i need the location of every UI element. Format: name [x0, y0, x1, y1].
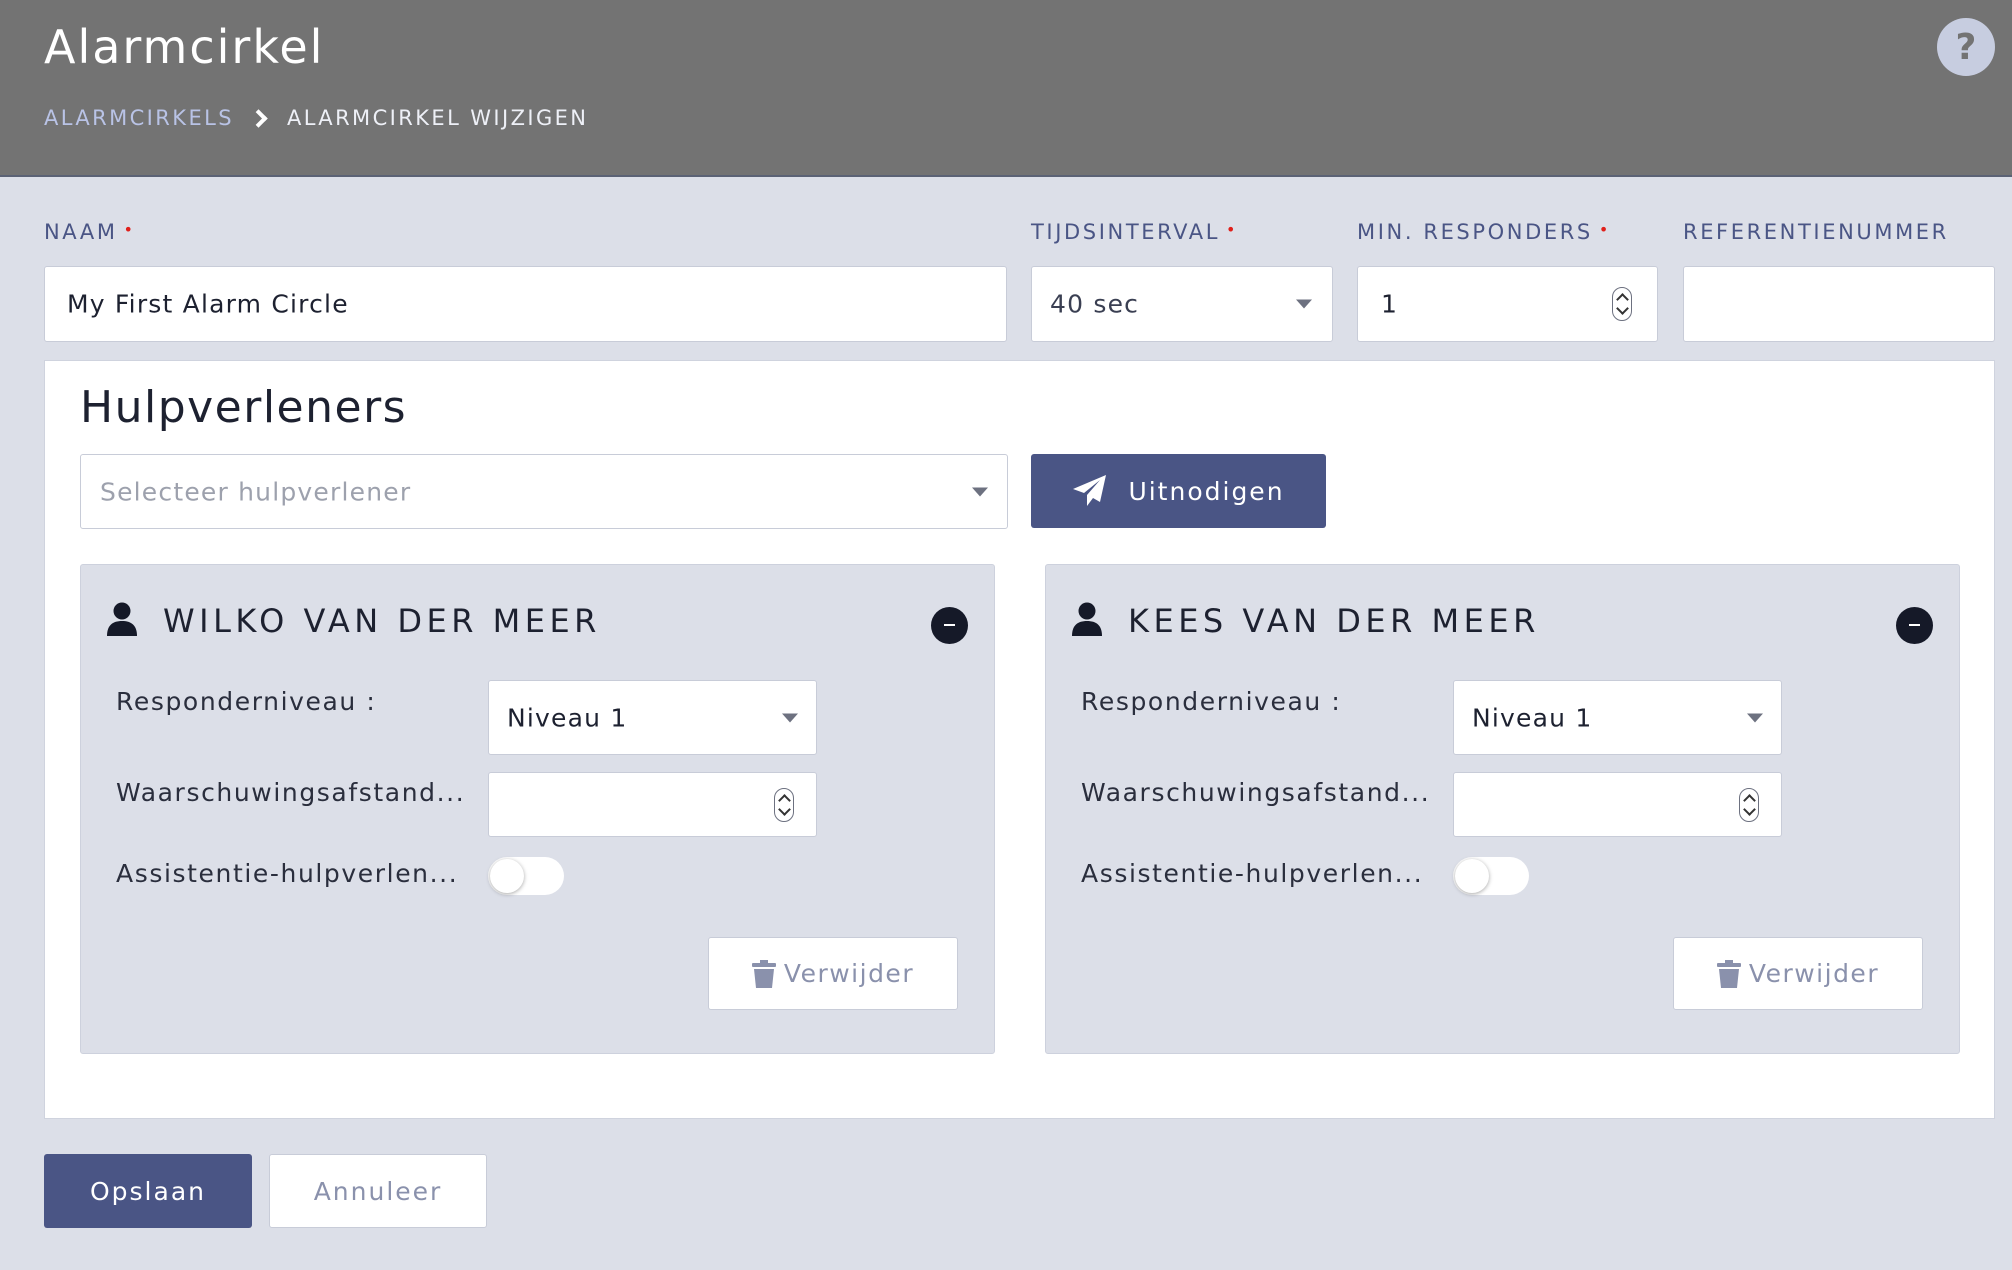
- user-icon: [1072, 602, 1102, 636]
- delete-button[interactable]: Verwijder: [708, 937, 958, 1010]
- name-label: NAAM •: [44, 220, 136, 244]
- min-responders-label: MIN. RESPONDERS •: [1357, 220, 1611, 244]
- toggle-knob: [490, 859, 524, 893]
- caret-down-icon: [972, 487, 988, 496]
- level-select[interactable]: Niveau 1: [1453, 680, 1782, 755]
- delete-button[interactable]: Verwijder: [1673, 937, 1923, 1010]
- level-label: Responderniveau :: [116, 687, 377, 716]
- help-icon[interactable]: ?: [1937, 18, 1995, 76]
- interval-select[interactable]: 40 sec: [1031, 266, 1333, 342]
- caret-down-icon: [1747, 713, 1763, 722]
- breadcrumb-link-alarmcirkels[interactable]: ALARMCIRKELS: [44, 106, 234, 130]
- level-label: Responderniveau :: [1081, 687, 1342, 716]
- caret-down-icon: [1296, 299, 1312, 309]
- interval-label: TIJDSINTERVAL •: [1031, 220, 1238, 244]
- responder-card: WILKO VAN DER MEER Responderniveau : Niv…: [80, 564, 995, 1054]
- spinner-icon[interactable]: [774, 787, 794, 822]
- distance-input[interactable]: [488, 772, 817, 837]
- delete-button-label: Verwijder: [783, 959, 915, 988]
- delete-button-label: Verwijder: [1748, 959, 1880, 988]
- reference-input[interactable]: [1683, 266, 1995, 342]
- assist-toggle[interactable]: [488, 857, 564, 895]
- spinner-icon[interactable]: [1612, 287, 1632, 321]
- caret-down-icon: [782, 713, 798, 722]
- paper-plane-icon: [1073, 475, 1107, 506]
- responder-card: KEES VAN DER MEER Responderniveau : Nive…: [1045, 564, 1960, 1054]
- responder-name: WILKO VAN DER MEER: [163, 602, 601, 640]
- level-select[interactable]: Niveau 1: [488, 680, 817, 755]
- user-icon: [107, 602, 137, 636]
- min-responders-input[interactable]: 1: [1357, 266, 1658, 342]
- name-input[interactable]: My First Alarm Circle: [44, 266, 1007, 342]
- min-responders-value: 1: [1381, 289, 1399, 319]
- responders-title: Hulpverleners: [80, 382, 408, 433]
- distance-label: Waarschuwingsafstand...: [1081, 778, 1431, 807]
- trash-icon: [1716, 959, 1741, 988]
- distance-input[interactable]: [1453, 772, 1782, 837]
- responder-select-placeholder: Selecteer hulpverlener: [100, 477, 412, 506]
- chevron-right-icon: [249, 108, 268, 128]
- assist-label: Assistentie-hulpverlen...: [1081, 859, 1424, 888]
- distance-label: Waarschuwingsafstand...: [116, 778, 466, 807]
- minus-circle-icon[interactable]: [1896, 607, 1933, 644]
- required-marker: •: [123, 220, 136, 239]
- min-responders-label-text: MIN. RESPONDERS: [1357, 220, 1593, 244]
- breadcrumb: ALARMCIRKELS ALARMCIRKEL WIJZIGEN: [44, 106, 588, 130]
- responder-select[interactable]: Selecteer hulpverlener: [80, 454, 1008, 529]
- save-button[interactable]: Opslaan: [44, 1154, 252, 1228]
- assist-label: Assistentie-hulpverlen...: [116, 859, 459, 888]
- invite-button[interactable]: Uitnodigen: [1031, 454, 1326, 528]
- trash-icon: [751, 959, 776, 988]
- interval-select-value: 40 sec: [1050, 289, 1140, 319]
- minus-circle-icon[interactable]: [931, 607, 968, 644]
- toggle-knob: [1455, 859, 1489, 893]
- name-label-text: NAAM: [44, 220, 118, 244]
- breadcrumb-current: ALARMCIRKEL WIJZIGEN: [286, 106, 589, 130]
- page-header: Alarmcirkel ALARMCIRKELS ALARMCIRKEL WIJ…: [0, 0, 2012, 177]
- required-marker: •: [1598, 220, 1611, 239]
- cancel-button[interactable]: Annuleer: [269, 1154, 487, 1228]
- name-input-value: My First Alarm Circle: [67, 289, 349, 319]
- assist-toggle[interactable]: [1453, 857, 1529, 895]
- required-marker: •: [1226, 220, 1239, 239]
- reference-label: REFERENTIENUMMER: [1683, 220, 1949, 244]
- interval-label-text: TIJDSINTERVAL: [1031, 220, 1221, 244]
- level-select-value: Niveau 1: [507, 703, 628, 732]
- page-title: Alarmcirkel: [44, 20, 325, 74]
- invite-button-label: Uitnodigen: [1128, 476, 1285, 506]
- spinner-icon[interactable]: [1739, 787, 1759, 822]
- level-select-value: Niveau 1: [1472, 703, 1593, 732]
- responder-name: KEES VAN DER MEER: [1128, 602, 1540, 640]
